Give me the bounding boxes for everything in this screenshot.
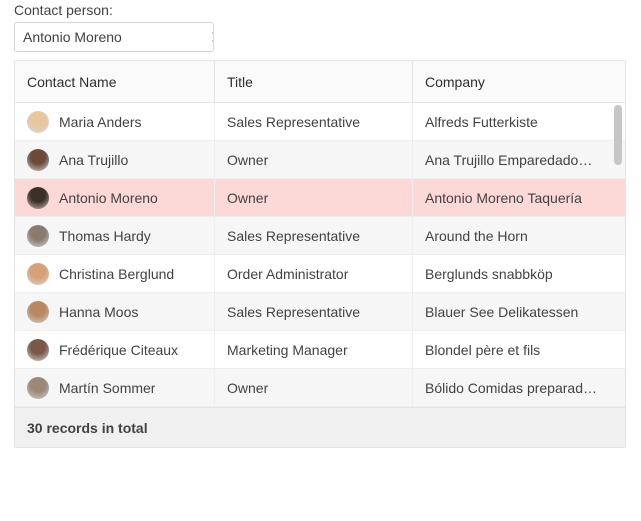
scrollbar[interactable] <box>611 103 625 407</box>
cell-name: Maria Anders <box>15 103 215 140</box>
avatar <box>27 149 49 171</box>
cell-title: Order Administrator <box>215 255 413 292</box>
cell-name: Ana Trujillo <box>15 141 215 178</box>
contact-name: Maria Anders <box>59 114 141 130</box>
contact-name: Frédérique Citeaux <box>59 342 178 358</box>
column-header-name[interactable]: Contact Name <box>15 61 215 102</box>
cell-title: Owner <box>215 369 413 406</box>
grid-header: Contact Name Title Company <box>15 61 625 103</box>
table-row[interactable]: Martín Sommer OwnerBólido Comidas prepara… <box>15 369 625 407</box>
contact-name: Ana Trujillo <box>59 152 128 168</box>
contact-name: Hanna Moos <box>59 304 138 320</box>
table-row[interactable]: Hanna Moos Sales RepresentativeBlauer See… <box>15 293 625 331</box>
table-row[interactable]: Maria Anders Sales RepresentativeAlfreds … <box>15 103 625 141</box>
avatar <box>27 339 49 361</box>
cell-name: Antonio Moreno <box>15 179 215 216</box>
cell-title: Owner <box>215 141 413 178</box>
field-label: Contact person: <box>14 2 627 18</box>
cell-name: Christina Berglund <box>15 255 215 292</box>
cell-company: Blondel père et fils <box>413 331 609 368</box>
cell-title: Sales Representative <box>215 217 413 254</box>
contact-input[interactable] <box>15 23 212 51</box>
cell-company: Ana Trujillo Emparedados… <box>413 141 609 178</box>
cell-name: Frédérique Citeaux <box>15 331 215 368</box>
cell-title: Sales Representative <box>215 293 413 330</box>
cell-title: Sales Representative <box>215 103 413 140</box>
table-row[interactable]: Antonio Moreno OwnerAntonio Moreno Taquer… <box>15 179 625 217</box>
cell-company: Blauer See Delikatessen <box>413 293 609 330</box>
contact-combobox[interactable] <box>14 22 214 52</box>
cell-title: Owner <box>215 179 413 216</box>
cell-company: Bólido Comidas preparad… <box>413 369 609 406</box>
table-row[interactable]: Christina Berglund Order AdministratorBer… <box>15 255 625 293</box>
cell-company: Antonio Moreno Taquería <box>413 179 609 216</box>
cell-company: Berglunds snabbköp <box>413 255 609 292</box>
contact-name: Thomas Hardy <box>59 228 151 244</box>
cell-title: Marketing Manager <box>215 331 413 368</box>
scroll-thumb[interactable] <box>614 105 622 165</box>
cell-name: Martín Sommer <box>15 369 215 406</box>
avatar <box>27 263 49 285</box>
contact-name: Antonio Moreno <box>59 190 158 206</box>
grid-body: Maria AndersSales RepresentativeAlfreds … <box>15 103 625 407</box>
contact-name: Martín Sommer <box>59 380 155 396</box>
clear-icon[interactable] <box>212 23 214 51</box>
avatar <box>27 301 49 323</box>
contact-name: Christina Berglund <box>59 266 174 282</box>
column-header-title[interactable]: Title <box>215 61 413 102</box>
avatar <box>27 377 49 399</box>
cell-name: Hanna Moos <box>15 293 215 330</box>
avatar <box>27 111 49 133</box>
avatar <box>27 187 49 209</box>
column-header-company[interactable]: Company <box>413 61 609 102</box>
table-row[interactable]: Thomas Hardy Sales RepresentativeAround t… <box>15 217 625 255</box>
avatar <box>27 225 49 247</box>
cell-company: Around the Horn <box>413 217 609 254</box>
table-row[interactable]: Ana Trujillo OwnerAna Trujillo Emparedado… <box>15 141 625 179</box>
cell-company: Alfreds Futterkiste <box>413 103 609 140</box>
table-row[interactable]: Frédérique Citeaux Marketing ManagerBlond… <box>15 331 625 369</box>
cell-name: Thomas Hardy <box>15 217 215 254</box>
grid-footer: 30 records in total <box>15 407 625 447</box>
contacts-grid: Contact Name Title Company Maria Anders S… <box>14 60 626 448</box>
